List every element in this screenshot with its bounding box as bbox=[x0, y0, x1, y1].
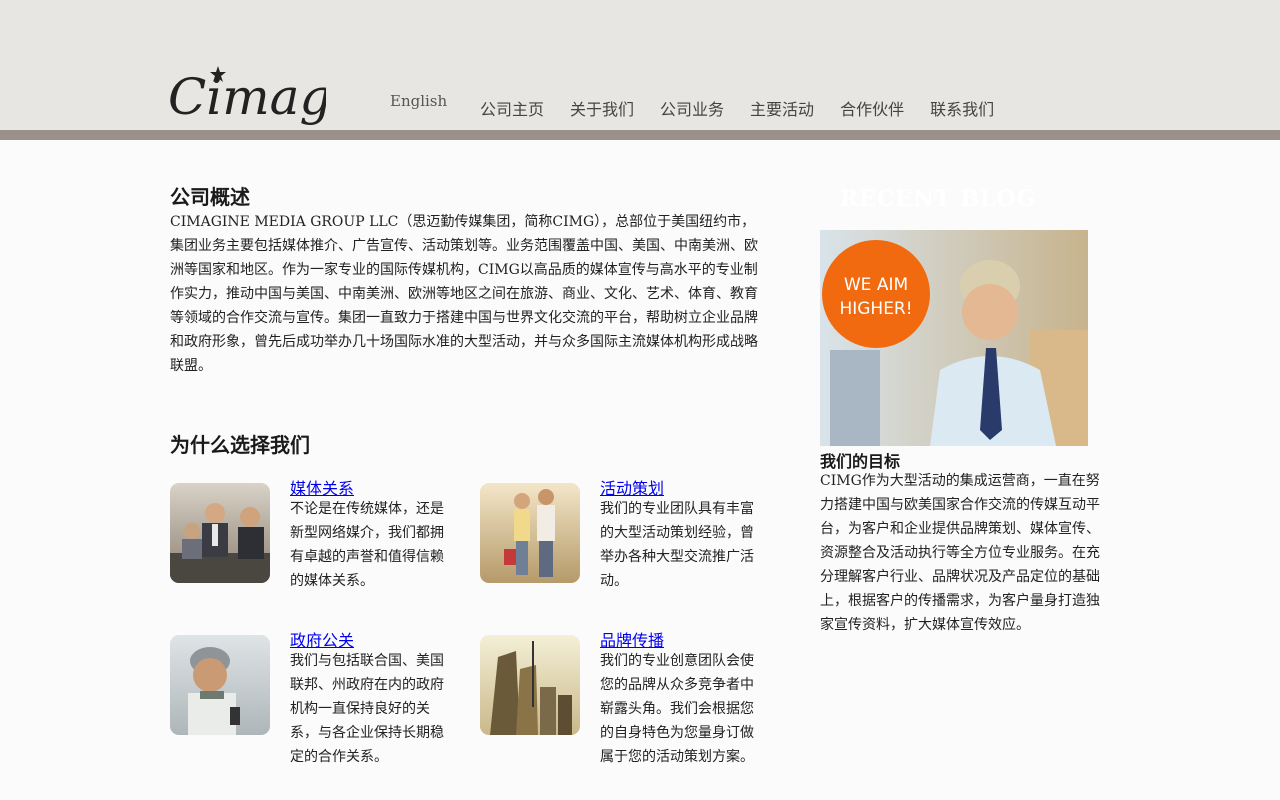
service-desc-government-relations: 我们与包括联合国、美国联邦、州政府在内的政府机构一直保持良好的关系，与各企业保持… bbox=[290, 653, 444, 765]
badge-text-line1: WE AIM bbox=[844, 275, 908, 295]
overview-text: CIMAGINE MEDIA GROUP LLC（思迈勤传媒集团，简称CIMG）… bbox=[170, 214, 758, 374]
nav-business[interactable]: 公司业务 bbox=[660, 96, 724, 120]
service-image-skyline bbox=[480, 635, 580, 735]
overview-title: 公司概述 bbox=[170, 185, 250, 209]
language-english-link[interactable]: English bbox=[390, 92, 447, 110]
service-government-relations: 政府公关 我们与包括联合国、美国联邦、州政府在内的政府机构一直保持良好的关系，与… bbox=[170, 631, 460, 765]
logo-graphic: Cimagine bbox=[168, 66, 409, 126]
logo-text: Cimagine bbox=[168, 68, 326, 126]
badge-text-line2: HIGHER! bbox=[839, 299, 912, 319]
site-logo[interactable]: Cimagine bbox=[166, 50, 409, 126]
nav-home[interactable]: 公司主页 bbox=[480, 96, 544, 120]
why-us-title: 为什么选择我们 bbox=[170, 433, 310, 457]
service-image-young-man bbox=[170, 635, 270, 735]
service-link-media-relations[interactable]: 媒体关系 bbox=[290, 475, 354, 499]
main-nav: 公司主页 关于我们 公司业务 主要活动 合作伙伴 联系我们 bbox=[480, 96, 1020, 120]
nav-contact[interactable]: 联系我们 bbox=[930, 96, 994, 120]
service-media-relations: 媒体关系 不论是在传统媒体，还是新型网络媒介，我们都拥有卓越的声誉和值得信赖的媒… bbox=[170, 479, 460, 613]
blog-image-we-aim-higher[interactable]: WE AIM HIGHER! bbox=[820, 230, 1088, 446]
service-desc-media-relations: 不论是在传统媒体，还是新型网络媒介，我们都拥有卓越的声誉和值得信赖的媒体关系。 bbox=[290, 501, 444, 589]
service-image-shoppers bbox=[480, 483, 580, 583]
service-event-planning: 活动策划 我们的专业团队具有丰富的大型活动策划经验，曾举办各种大型交流推广活动。 bbox=[480, 479, 770, 613]
recent-blog-heading: RECENT BLOG bbox=[840, 186, 1037, 212]
service-desc-event-planning: 我们的专业团队具有丰富的大型活动策划经验，曾举办各种大型交流推广活动。 bbox=[600, 501, 754, 589]
service-link-brand-communication[interactable]: 品牌传播 bbox=[600, 627, 664, 651]
service-link-event-planning[interactable]: 活动策划 bbox=[600, 475, 664, 499]
service-brand-communication: 品牌传播 我们的专业创意团队会使您的品牌从众多竞争者中崭露头角。我们会根据您的自… bbox=[480, 631, 770, 765]
our-goal-text: CIMG作为大型活动的集成运营商，一直在努力搭建中国与欧美国家合作交流的传媒互动… bbox=[820, 473, 1100, 633]
service-image-office bbox=[170, 483, 270, 583]
header: Cimagine English 公司主页 关于我们 公司业务 主要活动 合作伙… bbox=[0, 0, 1280, 130]
nav-about[interactable]: 关于我们 bbox=[570, 96, 634, 120]
nav-partners[interactable]: 合作伙伴 bbox=[840, 96, 904, 120]
service-link-government-relations[interactable]: 政府公关 bbox=[290, 627, 354, 651]
service-desc-brand-communication: 我们的专业创意团队会使您的品牌从众多竞争者中崭露头角。我们会根据您的自身特色为您… bbox=[600, 653, 754, 765]
nav-activities[interactable]: 主要活动 bbox=[750, 96, 814, 120]
header-divider bbox=[0, 130, 1280, 140]
